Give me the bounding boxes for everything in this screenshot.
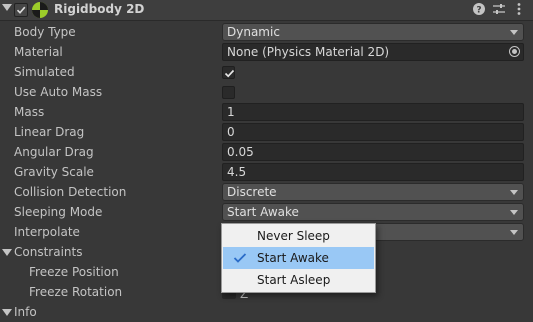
foldout-arrow-icon[interactable]: [2, 249, 12, 256]
gravity-scale-label: Gravity Scale: [14, 165, 94, 179]
component-enabled-checkbox[interactable]: [14, 3, 28, 17]
linear-drag-value: 0: [227, 125, 235, 139]
use-auto-mass-checkbox[interactable]: [222, 86, 235, 99]
sleeping-mode-popup: Never Sleep Start Awake Start Asleep: [221, 223, 376, 293]
body-type-label: Body Type: [14, 25, 76, 39]
use-auto-mass-label: Use Auto Mass: [14, 85, 103, 99]
simulated-label: Simulated: [14, 65, 75, 79]
material-row: Material None (Physics Material 2D): [0, 42, 533, 62]
checkmark-icon: [224, 69, 235, 78]
simulated-checkbox[interactable]: [222, 66, 235, 79]
option-label: Start Awake: [257, 251, 329, 265]
freeze-position-label: Freeze Position: [29, 265, 119, 279]
mass-value: 1: [227, 105, 235, 119]
foldout-arrow-icon[interactable]: [2, 309, 12, 316]
sleeping-mode-dropdown[interactable]: Start Awake: [222, 203, 524, 221]
sleep-option-start-awake[interactable]: Start Awake: [223, 247, 374, 269]
linear-drag-label: Linear Drag: [14, 125, 85, 139]
info-label: Info: [14, 305, 37, 319]
material-object-field[interactable]: None (Physics Material 2D): [222, 43, 524, 61]
help-icon[interactable]: ?: [472, 2, 486, 16]
collision-detection-row: Collision Detection Discrete: [0, 182, 533, 202]
linear-drag-input[interactable]: 0: [222, 123, 524, 141]
sleeping-mode-label: Sleeping Mode: [14, 205, 103, 219]
sleep-option-never-sleep[interactable]: Never Sleep: [223, 225, 374, 247]
sleep-option-start-asleep[interactable]: Start Asleep: [223, 269, 374, 291]
interpolate-label: Interpolate: [14, 225, 80, 239]
gravity-scale-value: 4.5: [227, 165, 247, 179]
angular-drag-row: Angular Drag 0.05: [0, 142, 533, 162]
kebab-menu-icon[interactable]: [512, 2, 526, 16]
material-value: None (Physics Material 2D): [227, 45, 390, 59]
use-auto-mass-row: Use Auto Mass: [0, 82, 533, 102]
object-picker-icon[interactable]: [509, 46, 520, 57]
mass-row: Mass 1: [0, 102, 533, 122]
component-header: Rigidbody 2D ?: [0, 0, 533, 21]
linear-drag-row: Linear Drag 0: [0, 122, 533, 142]
material-label: Material: [14, 45, 63, 59]
body-type-dropdown[interactable]: Dynamic: [222, 23, 524, 41]
angular-drag-input[interactable]: 0.05: [222, 143, 524, 161]
chevron-down-icon: [510, 190, 518, 195]
gravity-scale-row: Gravity Scale 4.5: [0, 162, 533, 182]
rigidbody-component-icon: [32, 2, 48, 18]
info-foldout[interactable]: Info: [0, 302, 533, 322]
chevron-down-icon: [510, 230, 518, 235]
option-label: Start Asleep: [257, 273, 331, 287]
simulated-row: Simulated: [0, 62, 533, 82]
collision-detection-dropdown[interactable]: Discrete: [222, 183, 524, 201]
collision-detection-label: Collision Detection: [14, 185, 127, 199]
angular-drag-label: Angular Drag: [14, 145, 94, 159]
sleeping-mode-row: Sleeping Mode Start Awake: [0, 202, 533, 222]
mass-input[interactable]: 1: [222, 103, 524, 121]
svg-text:?: ?: [476, 6, 481, 16]
constraints-label: Constraints: [14, 245, 83, 259]
mass-label: Mass: [14, 105, 45, 119]
chevron-down-icon: [510, 210, 518, 215]
foldout-arrow-icon[interactable]: [2, 4, 12, 11]
body-type-row: Body Type Dynamic: [0, 22, 533, 42]
body-type-value: Dynamic: [227, 25, 280, 39]
checkmark-icon: [233, 253, 247, 263]
chevron-down-icon: [510, 30, 518, 35]
component-title: Rigidbody 2D: [54, 2, 145, 16]
freeze-rotation-label: Freeze Rotation: [29, 285, 123, 299]
gravity-scale-input[interactable]: 4.5: [222, 163, 524, 181]
angular-drag-value: 0.05: [227, 145, 254, 159]
collision-detection-value: Discrete: [227, 185, 277, 199]
option-label: Never Sleep: [257, 229, 330, 243]
sleeping-mode-value: Start Awake: [227, 205, 299, 219]
presets-icon[interactable]: [492, 2, 506, 16]
